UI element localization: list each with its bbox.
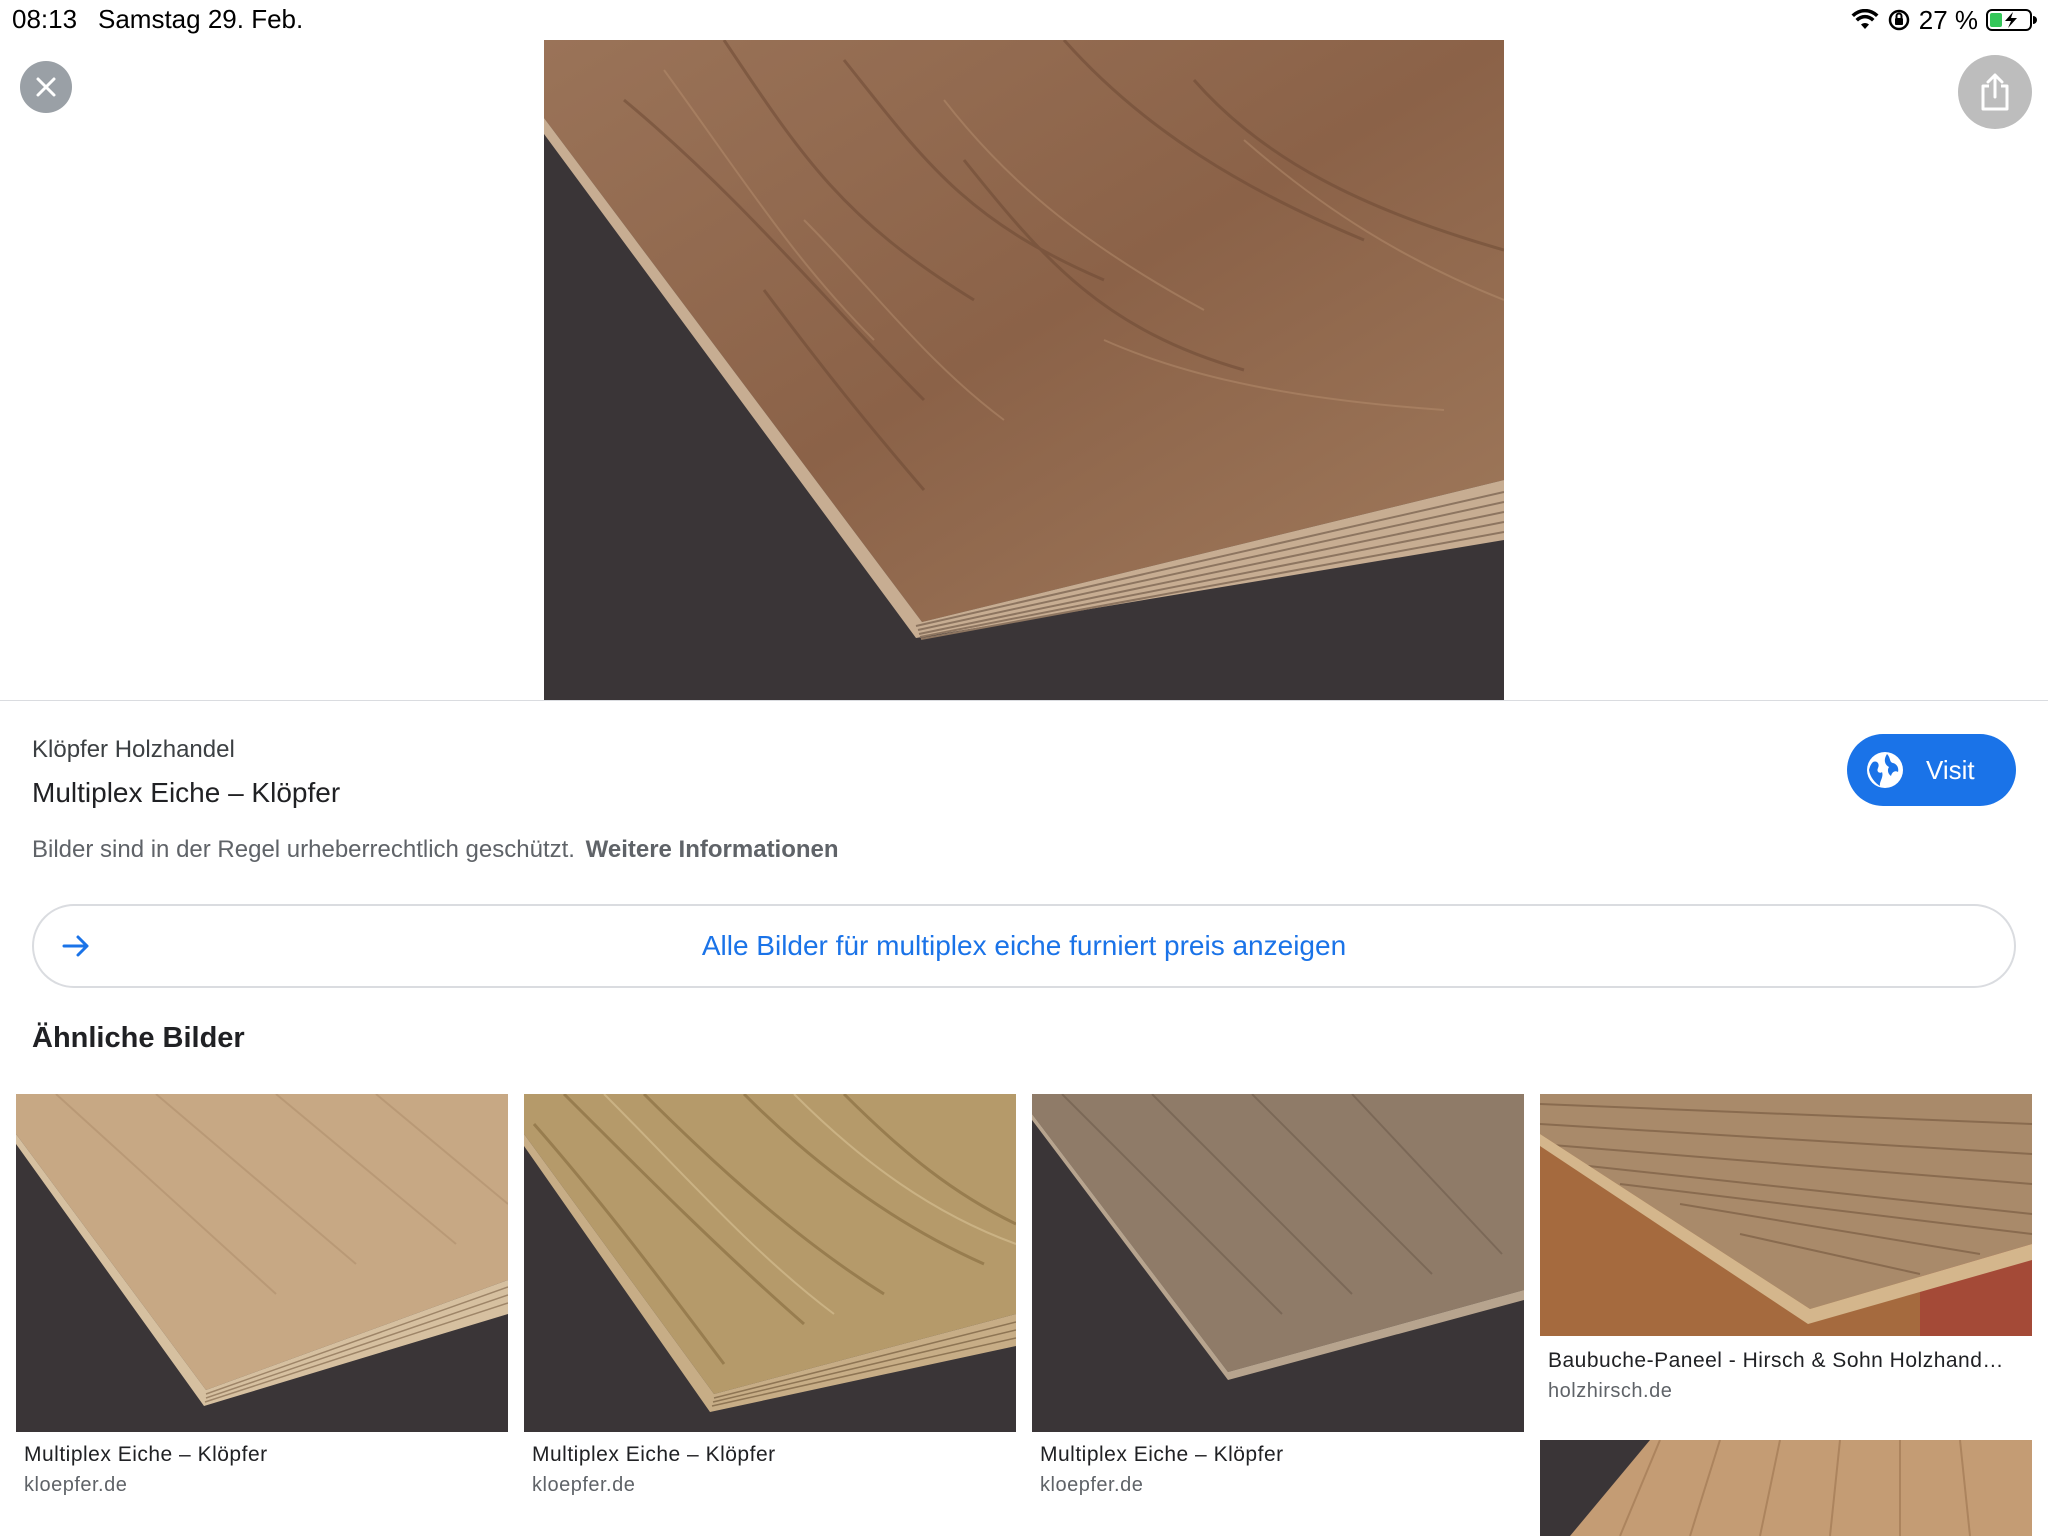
orientation-lock-icon	[1887, 8, 1911, 32]
visit-button[interactable]: Visit	[1847, 734, 2016, 806]
similar-image-thumbnail[interactable]	[16, 1094, 508, 1432]
status-bar: 08:13 Samstag 29. Feb. 27 %	[0, 0, 2048, 38]
similar-image-thumbnail[interactable]	[1540, 1440, 2032, 1536]
arrow-right-icon	[60, 930, 92, 962]
copyright-text: Bilder sind in der Regel urheberrechtlic…	[32, 836, 575, 863]
similar-image-domain: kloepfer.de	[532, 1474, 636, 1496]
battery-charging-icon	[1986, 8, 2038, 32]
similar-image-title: Multiplex Eiche – Klöpfer	[1040, 1443, 1284, 1466]
similar-image-card[interactable]: Multiplex Eiche – Klöpfer kloepfer.de	[1032, 1094, 1524, 1514]
status-icons: 27 %	[1851, 5, 2038, 35]
status-time: 08:13	[12, 4, 78, 34]
similar-image-domain: holzhirsch.de	[1548, 1380, 1673, 1402]
close-button[interactable]	[20, 61, 72, 113]
share-icon	[1978, 72, 2012, 112]
share-button[interactable]	[1958, 55, 2032, 129]
all-images-label: Alle Bilder für multiplex eiche furniert…	[701, 930, 1347, 961]
visit-label: Visit	[1926, 754, 1975, 785]
similar-image-card[interactable]: Multiplex Eiche – Klöpfer kloepfer.de	[524, 1094, 1016, 1514]
status-date: Samstag 29. Feb.	[98, 4, 304, 34]
source-name[interactable]: Klöpfer Holzhandel	[32, 736, 235, 764]
main-image[interactable]	[544, 40, 1504, 700]
globe-icon	[1865, 750, 1905, 790]
similar-image-card[interactable]	[1540, 1440, 2032, 1536]
copyright-notice: Bilder sind in der Regel urheberrechtlic…	[32, 836, 839, 864]
image-title[interactable]: Multiplex Eiche – Klöpfer	[32, 777, 340, 809]
wifi-icon	[1851, 9, 1879, 31]
similar-image-thumbnail[interactable]	[1032, 1094, 1524, 1432]
similar-image-domain: kloepfer.de	[1040, 1474, 1144, 1496]
similar-image-domain: kloepfer.de	[24, 1474, 128, 1496]
similar-image-thumbnail[interactable]	[1540, 1094, 2032, 1336]
close-icon	[34, 75, 58, 99]
similar-image-thumbnail[interactable]	[524, 1094, 1016, 1432]
all-images-button[interactable]: Alle Bilder für multiplex eiche furniert…	[32, 904, 2016, 988]
similar-image-title: Baubuche-Paneel - Hirsch & Sohn Holzhand…	[1548, 1349, 2004, 1372]
similar-image-card[interactable]: Multiplex Eiche – Klöpfer kloepfer.de	[16, 1094, 508, 1514]
similar-image-card[interactable]: Baubuche-Paneel - Hirsch & Sohn Holzhand…	[1540, 1094, 2032, 1408]
similar-image-title: Multiplex Eiche – Klöpfer	[24, 1443, 268, 1466]
more-info-link[interactable]: Weitere Informationen	[586, 836, 839, 863]
similar-image-title: Multiplex Eiche – Klöpfer	[532, 1443, 776, 1466]
similar-images-heading: Ähnliche Bilder	[32, 1022, 245, 1054]
battery-percentage: 27 %	[1918, 4, 1978, 35]
divider	[0, 700, 2048, 701]
